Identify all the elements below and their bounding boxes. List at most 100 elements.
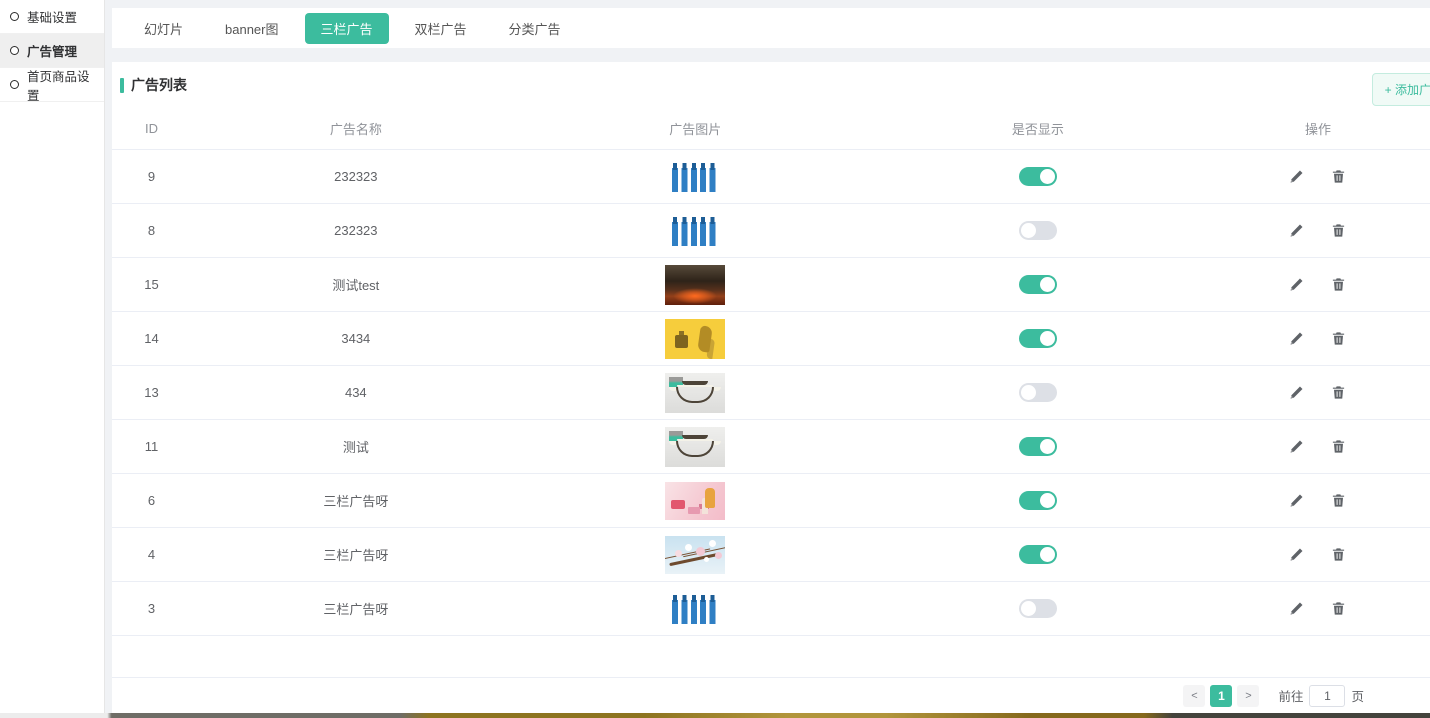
cell-ad-id: 9 — [112, 169, 191, 184]
sidebar-item-inactive[interactable]: 首页商品设置 — [0, 68, 104, 102]
tab[interactable]: 分类广告 — [493, 13, 577, 44]
cell-ad-name: 3434 — [191, 331, 521, 346]
page-number-button[interactable]: 1 — [1210, 685, 1232, 707]
goto-label: 前往 — [1278, 686, 1303, 705]
sidebar-item-label: 首页商品设置 — [27, 66, 94, 104]
table-row: 13 434 — [112, 366, 1430, 420]
sidebar: 基础设置 广告管理 首页商品设置 — [0, 0, 105, 713]
cell-ad-id: 13 — [112, 385, 191, 400]
panel-title-text: 广告列表 — [131, 75, 187, 95]
ad-thumbnail-image — [665, 265, 725, 305]
tab[interactable]: 双栏广告 — [399, 13, 483, 44]
title-accent-bar — [120, 78, 124, 93]
col-header-visible: 是否显示 — [870, 119, 1206, 138]
panel-title: 广告列表 — [120, 75, 187, 95]
radio-circle-icon — [10, 12, 19, 21]
cell-ad-name: 测试 — [191, 437, 521, 456]
tab[interactable]: banner图 — [209, 13, 294, 44]
col-header-image: 广告图片 — [521, 119, 870, 138]
cell-ad-name: 三栏广告呀 — [191, 491, 521, 510]
edit-pencil-icon[interactable] — [1289, 277, 1305, 293]
table-header-row: ID 广告名称 广告图片 是否显示 操作 — [112, 108, 1430, 150]
ad-thumbnail-image — [668, 212, 722, 250]
table-row: 14 3434 — [112, 312, 1430, 366]
visibility-toggle[interactable] — [1019, 329, 1057, 348]
table-row: 3 三栏广告呀 — [112, 582, 1430, 636]
delete-trash-icon[interactable] — [1331, 439, 1347, 455]
ad-thumbnail-image — [665, 319, 725, 359]
col-header-id: ID — [112, 121, 191, 136]
delete-trash-icon[interactable] — [1331, 547, 1347, 563]
visibility-toggle[interactable] — [1019, 275, 1057, 294]
ad-table: ID 广告名称 广告图片 是否显示 操作 9 232323 — [112, 108, 1430, 713]
goto-page-group: 前往 页 — [1278, 685, 1364, 707]
next-page-button[interactable]: > — [1237, 685, 1259, 707]
cell-ad-id: 8 — [112, 223, 191, 238]
cell-ad-id: 11 — [112, 439, 191, 454]
table-body: 9 232323 — [112, 150, 1430, 636]
page-unit-label: 页 — [1351, 686, 1364, 705]
edit-pencil-icon[interactable] — [1289, 601, 1305, 617]
ad-list-panel: 广告列表 + 添加广告 ID 广告名称 广告图片 是否显示 操作 9 23232… — [112, 62, 1430, 713]
ad-thumbnail-image — [668, 158, 722, 196]
panel-header: 广告列表 + 添加广告 — [112, 62, 1430, 108]
col-header-name: 广告名称 — [191, 119, 521, 138]
delete-trash-icon[interactable] — [1331, 169, 1347, 185]
visibility-toggle[interactable] — [1019, 383, 1057, 402]
cell-ad-name: 三栏广告呀 — [191, 599, 521, 618]
ad-type-tabbar: 幻灯片 banner图 三栏广告 双栏广告 分类广告 — [112, 8, 1430, 48]
table-empty-space — [112, 636, 1430, 678]
col-header-actions: 操作 — [1206, 119, 1430, 138]
edit-pencil-icon[interactable] — [1289, 493, 1305, 509]
delete-trash-icon[interactable] — [1331, 493, 1347, 509]
add-ad-button-label: 添加广告 — [1395, 83, 1430, 97]
visibility-toggle[interactable] — [1019, 437, 1057, 456]
table-row: 4 三栏广告呀 — [112, 528, 1430, 582]
delete-trash-icon[interactable] — [1331, 601, 1347, 617]
cell-ad-id: 15 — [112, 277, 191, 292]
edit-pencil-icon[interactable] — [1289, 223, 1305, 239]
add-ad-button[interactable]: + 添加广告 — [1372, 73, 1430, 106]
table-row: 15 测试test — [112, 258, 1430, 312]
delete-trash-icon[interactable] — [1331, 223, 1347, 239]
delete-trash-icon[interactable] — [1331, 277, 1347, 293]
ad-thumbnail-image — [665, 482, 725, 520]
sidebar-item-label: 广告管理 — [27, 41, 77, 60]
delete-trash-icon[interactable] — [1331, 385, 1347, 401]
sidebar-item-label: 基础设置 — [27, 7, 77, 26]
cell-ad-id: 3 — [112, 601, 191, 616]
edit-pencil-icon[interactable] — [1289, 385, 1305, 401]
edit-pencil-icon[interactable] — [1289, 439, 1305, 455]
tab[interactable]: 幻灯片 — [128, 13, 199, 44]
cell-ad-name: 232323 — [191, 223, 521, 238]
table-row: 11 测试 — [112, 420, 1430, 474]
table-row: 6 三栏广告呀 — [112, 474, 1430, 528]
ad-thumbnail-image — [668, 590, 722, 628]
delete-trash-icon[interactable] — [1331, 331, 1347, 347]
visibility-toggle[interactable] — [1019, 599, 1057, 618]
ad-thumbnail-image — [665, 427, 725, 467]
goto-page-input[interactable] — [1309, 685, 1345, 707]
visibility-toggle[interactable] — [1019, 167, 1057, 186]
cell-ad-id: 4 — [112, 547, 191, 562]
tab[interactable]: 三栏广告 — [305, 13, 389, 44]
cell-ad-name: 三栏广告呀 — [191, 545, 521, 564]
ad-thumbnail-image — [665, 373, 725, 413]
table-row: 9 232323 — [112, 150, 1430, 204]
radio-circle-icon — [10, 46, 19, 55]
cell-ad-id: 14 — [112, 331, 191, 346]
sidebar-item-active[interactable]: 广告管理 — [0, 34, 104, 68]
visibility-toggle[interactable] — [1019, 221, 1057, 240]
cell-ad-name: 232323 — [191, 169, 521, 184]
radio-circle-icon — [10, 80, 19, 89]
edit-pencil-icon[interactable] — [1289, 331, 1305, 347]
visibility-toggle[interactable] — [1019, 545, 1057, 564]
edit-pencil-icon[interactable] — [1289, 547, 1305, 563]
cell-ad-name: 测试test — [191, 275, 521, 294]
prev-page-button[interactable]: < — [1183, 685, 1205, 707]
background-window-sliver — [0, 713, 1430, 718]
visibility-toggle[interactable] — [1019, 491, 1057, 510]
edit-pencil-icon[interactable] — [1289, 169, 1305, 185]
sidebar-item-inactive[interactable]: 基础设置 — [0, 0, 104, 34]
ad-admin-app: 基础设置 广告管理 首页商品设置 幻灯片 banner图 三栏广告 双栏广告 分… — [0, 0, 1430, 718]
